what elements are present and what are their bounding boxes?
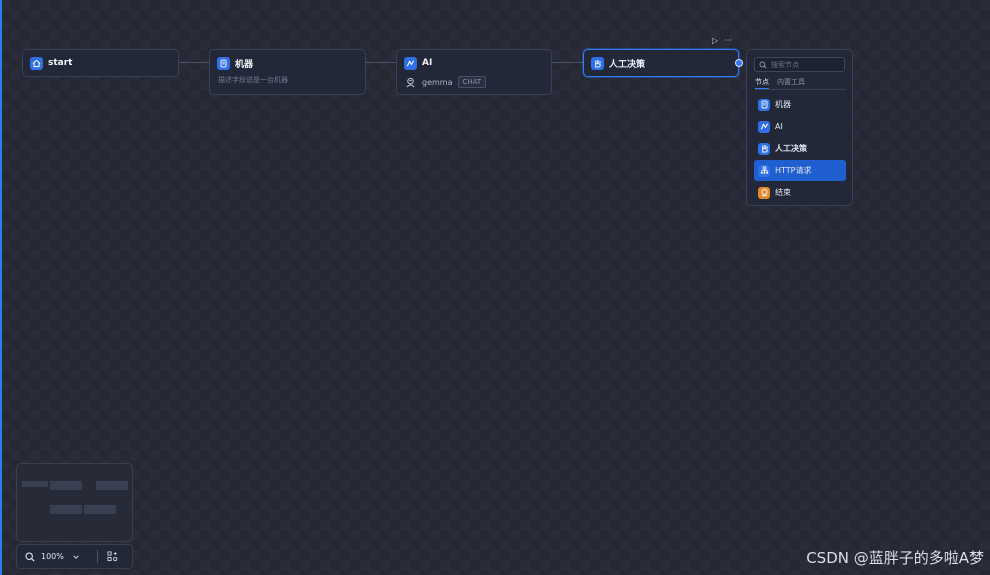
more-options-button[interactable]: ··· [724,36,732,45]
picker-item-label: 结束 [775,188,791,197]
add-node-handle[interactable] [735,59,743,67]
database-icon [758,98,770,111]
minimap-node [96,481,128,490]
picker-item-label: 机器 [775,100,791,109]
model-tag: CHAT [457,76,487,88]
zoom-control[interactable]: 100% [17,551,97,562]
hand-icon [758,142,770,155]
node-title: 人工决策 [609,59,646,70]
tab-builtin-tools[interactable]: 内置工具 [777,77,805,89]
database-icon [217,56,230,70]
node-title: 机器 [235,59,254,70]
picker-item-ai[interactable]: AI [754,116,846,137]
chevron-down-icon [73,554,79,559]
toolbar-divider [97,550,98,563]
organize-layout-icon[interactable] [107,547,118,566]
picker-item-end[interactable]: 结束 [754,182,846,203]
model-avatar-icon [406,77,415,87]
run-node-button[interactable]: ▷ [712,36,718,45]
end-icon [758,186,770,199]
search-input[interactable] [771,60,841,69]
picker-tabs: 节点 内置工具 [755,77,846,90]
zoom-icon [25,551,35,562]
node-title: AI [422,58,433,68]
picker-item-machine[interactable]: 机器 [754,94,846,115]
watermark: CSDN @蓝胖子的多啦A梦 [806,549,984,567]
picker-item-label: HTTP请求 [775,166,812,175]
edge-start-machine [178,62,210,63]
minimap[interactable] [16,463,133,542]
canvas-left-border [0,0,2,575]
node-description: 描述字段说是一台机器 [218,76,288,84]
minimap-node [50,505,82,514]
edge-ai-human [551,62,584,63]
zoom-toolbar: 100% [16,544,133,569]
node-title: start [48,58,73,68]
hand-icon [591,56,604,70]
ai-icon [404,56,417,70]
minimap-node [50,481,82,490]
home-icon [30,56,43,70]
picker-search-box[interactable] [754,57,845,72]
picker-list: 机器 AI 人工决策 HTTP请求 结束 [754,94,846,204]
http-icon [758,164,770,177]
edge-machine-ai [365,62,397,63]
node-ai[interactable]: AI gemma CHAT [396,49,552,95]
model-name: gemma [422,77,453,87]
node-human-decision[interactable]: 人工决策 [583,49,739,77]
tab-nodes[interactable]: 节点 [755,77,769,89]
node-machine[interactable]: 机器 描述字段说是一台机器 [209,49,366,95]
picker-item-http-request[interactable]: HTTP请求 [754,160,846,181]
minimap-node [22,481,48,487]
picker-item-human-decision[interactable]: 人工决策 [754,138,846,159]
picker-item-label: AI [775,122,783,131]
zoom-level: 100% [41,552,64,561]
picker-item-label: 人工决策 [775,144,807,153]
ai-icon [758,120,770,133]
node-start[interactable]: start [22,49,179,77]
node-picker-panel: 节点 内置工具 机器 AI 人工决策 HTTP请求 [746,49,853,206]
search-icon [759,61,767,69]
minimap-node [84,505,116,514]
